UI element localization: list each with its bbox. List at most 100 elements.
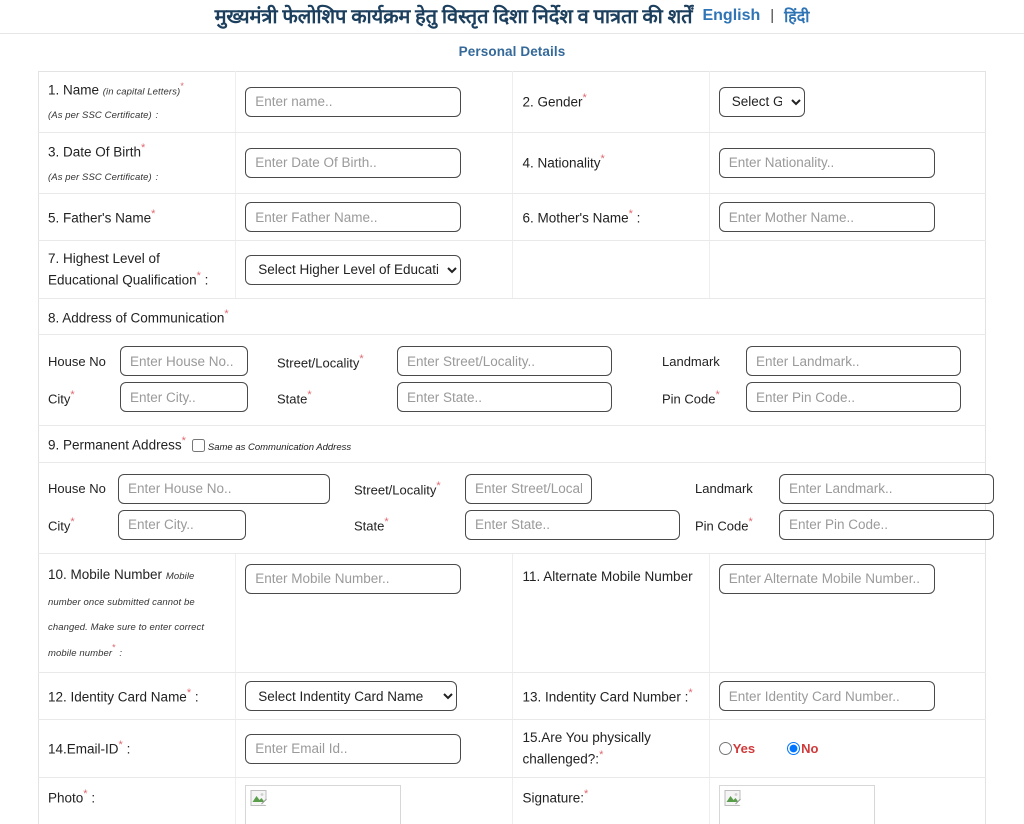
cell-perm-pincode — [779, 507, 994, 543]
perm-address-heading: 9. Permanent Address — [48, 437, 182, 453]
personal-details-form: 1. Name (in capital Letters)* (As per SS… — [38, 71, 994, 824]
cell-id-card-name-select: Select Indentity Card Name — [235, 672, 514, 721]
perm-city-label: City — [48, 518, 71, 534]
comm-city-input[interactable] — [120, 382, 248, 413]
perm-state-label-cell: State* — [354, 507, 465, 543]
comm-address-heading: 8. Address of Communication — [48, 310, 225, 326]
perm-city-input[interactable] — [118, 509, 246, 540]
father-name-input[interactable] — [245, 202, 462, 233]
perm-landmark-label: Landmark — [695, 481, 753, 497]
form-row-perm-address-heading: 9. Permanent Address* Same as Communicati… — [38, 425, 986, 463]
photo-label: Photo — [48, 790, 84, 806]
cell-perm-address-heading: 9. Permanent Address* Same as Communicati… — [38, 425, 986, 463]
required-asterisk: * — [70, 516, 75, 529]
physically-challenged-no-radio[interactable] — [787, 742, 801, 756]
perm-street-label: Street/Locality — [354, 482, 437, 498]
email-colon: : — [126, 741, 131, 757]
id-card-name-select[interactable]: Select Indentity Card Name — [245, 681, 458, 712]
id-card-number-label: 13. Indentity Card Number : — [522, 689, 689, 705]
nationality-input[interactable] — [718, 147, 935, 178]
cell-gender-label: 2. Gender* — [512, 71, 710, 133]
physically-challenged-no-label[interactable]: No — [801, 741, 818, 756]
perm-street-label-cell: Street/Locality* — [354, 471, 465, 507]
gender-select[interactable]: Select Gender — [718, 86, 805, 117]
comm-house-no-input[interactable] — [120, 346, 248, 377]
required-asterisk: * — [151, 207, 156, 220]
cell-nationality-input — [709, 132, 986, 195]
mother-name-input[interactable] — [718, 202, 935, 233]
signature-preview-box[interactable] — [718, 785, 875, 824]
required-asterisk: * — [181, 435, 186, 448]
comm-state-input[interactable] — [397, 382, 612, 413]
cell-photo-preview — [235, 777, 514, 824]
mobile-label: 10. Mobile Number — [48, 566, 163, 582]
email-input[interactable] — [245, 733, 462, 764]
mobile-input[interactable] — [245, 563, 462, 594]
cell-mother-input — [709, 193, 986, 242]
cell-perm-street — [465, 471, 695, 507]
cell-name-label: 1. Name (in capital Letters)* (As per SS… — [38, 71, 237, 133]
name-sub-note: (As per SSC Certificate) — [48, 110, 152, 122]
name-input[interactable] — [245, 86, 462, 117]
perm-pincode-label: Pin Code — [695, 518, 749, 534]
physical-label-line2: challenged?: — [522, 751, 600, 767]
page-header: मुख्यमंत्री फेलोशिप कार्यक्रम हेतु विस्त… — [0, 0, 1024, 34]
language-separator: | — [770, 7, 775, 24]
name-label: 1. Name — [48, 82, 100, 98]
physically-challenged-yes-radio[interactable] — [718, 742, 732, 756]
required-asterisk: * — [582, 92, 587, 105]
signature-label: Signature: — [522, 790, 585, 806]
cell-signature-upload: Choose File No file chosen — [709, 777, 986, 824]
comm-landmark-input[interactable] — [746, 346, 961, 377]
education-label-line1: 7. Highest Level of — [48, 251, 160, 267]
language-link-hindi[interactable]: हिंदी — [784, 5, 809, 27]
required-asterisk: * — [715, 388, 720, 401]
same-as-communication-checkbox[interactable] — [191, 438, 205, 452]
education-select[interactable]: Select Higher Level of Education — [245, 254, 462, 285]
comm-pincode-label-cell: Pin Code* — [662, 379, 746, 415]
physically-challenged-no[interactable]: No — [787, 741, 818, 756]
cell-comm-state — [397, 379, 662, 415]
photo-preview-box[interactable] — [245, 785, 402, 824]
cell-alt-mobile-input — [709, 553, 986, 674]
required-asterisk: * — [112, 642, 116, 653]
cell-gender-select: Select Gender — [709, 71, 986, 133]
required-asterisk: * — [599, 749, 604, 761]
required-asterisk: * — [70, 388, 75, 401]
physically-challenged-yes[interactable]: Yes — [718, 741, 755, 756]
perm-landmark-input[interactable] — [779, 473, 994, 504]
id-card-name-label: 12. Identity Card Name — [48, 689, 187, 705]
physically-challenged-yes-label[interactable]: Yes — [733, 741, 755, 756]
dob-input[interactable] — [245, 147, 462, 178]
language-link-english[interactable]: English — [702, 7, 760, 25]
comm-street-label: Street/Locality — [277, 355, 360, 371]
perm-address-grid: House No Street/Locality* Landmark — [48, 471, 994, 543]
physically-challenged-radio-group: Yes No — [718, 741, 977, 756]
page-title: मुख्यमंत्री फेलोशिप कार्यक्रम हेतु विस्त… — [214, 6, 693, 28]
alt-mobile-label: 11. Alternate Mobile Number — [522, 568, 693, 584]
perm-pincode-input[interactable] — [779, 509, 994, 540]
id-card-name-colon: : — [194, 689, 199, 705]
alt-mobile-input[interactable] — [718, 563, 935, 594]
required-asterisk: * — [628, 207, 633, 220]
id-card-number-input[interactable] — [718, 681, 935, 712]
comm-pincode-input[interactable] — [746, 382, 961, 413]
required-asterisk: * — [141, 141, 146, 154]
required-asterisk: * — [118, 739, 123, 752]
name-colon: : — [155, 110, 159, 122]
required-asterisk: * — [688, 686, 693, 699]
comm-pincode-label: Pin Code — [662, 391, 716, 407]
cell-perm-city — [118, 507, 354, 543]
cell-comm-address-grid: House No Street/Locality* Landmark — [38, 334, 986, 427]
perm-state-input[interactable] — [465, 509, 680, 540]
perm-street-input[interactable] — [465, 473, 592, 504]
comm-street-input[interactable] — [397, 346, 612, 377]
form-row-email-physical: 14.Email-ID* : 15.Are You physically cha… — [38, 719, 986, 779]
mobile-colon: : — [119, 647, 123, 659]
perm-house-no-input[interactable] — [118, 473, 330, 504]
mother-name-label: 6. Mother's Name — [522, 210, 629, 226]
email-label: 14.Email-ID — [48, 741, 119, 757]
cell-physical-radios: Yes No — [709, 719, 986, 779]
form-row-comm-address-fields: House No Street/Locality* Landmark — [38, 334, 986, 427]
physical-label-line1: 15.Are You physically — [522, 730, 651, 746]
